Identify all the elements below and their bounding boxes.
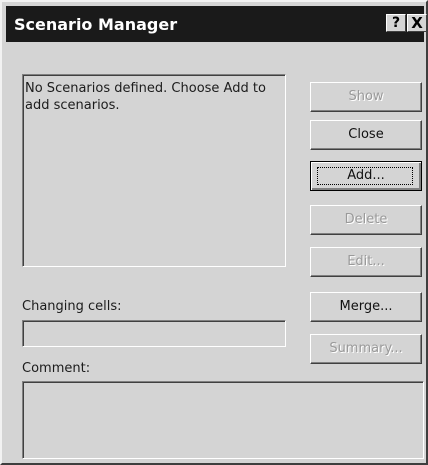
close-button[interactable]: Close [310,120,422,150]
edit-button-label: Edit... [347,254,385,269]
window-close-button[interactable]: X [407,14,427,32]
delete-button[interactable]: Delete [310,205,422,235]
summary-button[interactable]: Summary... [310,334,422,364]
show-button[interactable]: Show [310,82,422,112]
title-bar[interactable]: Scenario Manager ? X [6,6,427,42]
add-button[interactable]: Add... [310,161,422,191]
summary-button-label: Summary... [329,341,403,356]
empty-scenarios-message: No Scenarios defined. Choose Add to add … [25,81,266,113]
show-button-label: Show [348,89,384,104]
help-button[interactable]: ? [386,14,406,32]
edit-button[interactable]: Edit... [310,247,422,277]
add-button-label: Add... [347,168,385,183]
merge-button[interactable]: Merge... [310,292,422,322]
close-button-label: Close [348,127,384,142]
changing-cells-label: Changing cells: [22,299,122,314]
window-title: Scenario Manager [14,15,178,34]
scenarios-listbox[interactable]: No Scenarios defined. Choose Add to add … [22,74,286,267]
changing-cells-field[interactable] [22,320,286,347]
merge-button-label: Merge... [339,299,393,314]
comment-field[interactable] [22,381,424,459]
scenario-manager-dialog: Scenario Manager ? X No Scenarios define… [0,0,428,465]
comment-label: Comment: [22,361,91,376]
delete-button-label: Delete [344,212,388,227]
